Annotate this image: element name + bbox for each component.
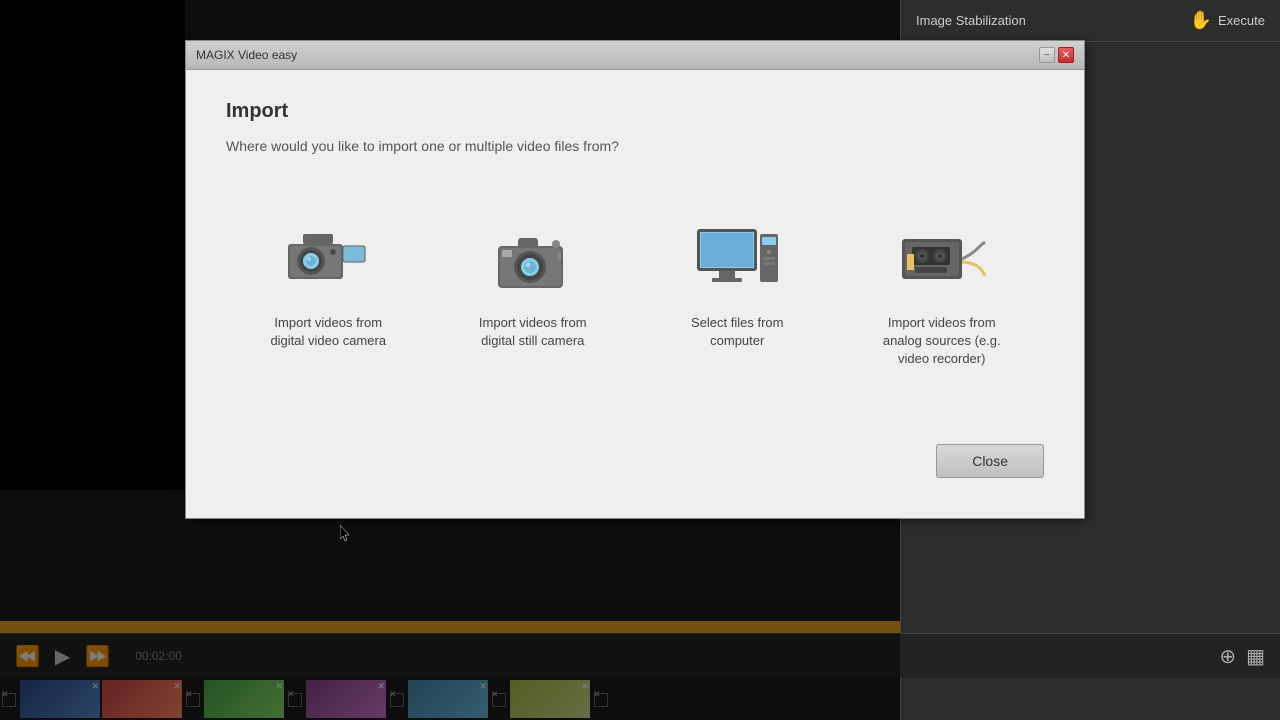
zoom-in-button[interactable]: ⊕ (1219, 644, 1236, 669)
close-dialog-button[interactable]: Close (936, 444, 1044, 478)
computer-icon (687, 219, 787, 299)
execute-button[interactable]: ✋ Execute (1190, 10, 1265, 31)
video-camera-icon (278, 219, 378, 299)
filmstrip-button[interactable]: ▦ (1246, 644, 1265, 669)
execute-icon: ✋ (1190, 10, 1212, 31)
dialog-title: MAGIX Video easy (196, 48, 297, 62)
right-panel-top: Image Stabilization ✋ Execute (901, 0, 1280, 42)
import-dialog: MAGIX Video easy − ✕ Import Where would … (185, 40, 1085, 519)
execute-label: Execute (1218, 13, 1265, 28)
option-label-video-camera: Import videos fromdigital video camera (270, 314, 386, 350)
dialog-heading: Import (226, 100, 1044, 123)
minimize-button[interactable]: − (1039, 47, 1055, 63)
dialog-close-button[interactable]: ✕ (1058, 47, 1074, 63)
bottom-right-controls: ⊕ ▦ (900, 633, 1280, 678)
still-camera-icon (483, 219, 583, 299)
dialog-content: Import Where would you like to import on… (186, 70, 1084, 518)
window-buttons: − ✕ (1039, 47, 1074, 63)
import-option-digital-video-camera[interactable]: Import videos fromdigital video camera (248, 204, 408, 365)
import-options: Import videos fromdigital video camera (226, 204, 1044, 384)
dialog-footer: Close (226, 434, 1044, 478)
import-option-computer[interactable]: Select files fromcomputer (657, 204, 817, 365)
image-stabilization-label: Image Stabilization (916, 13, 1026, 28)
option-label-still-camera: Import videos fromdigital still camera (479, 314, 587, 350)
dialog-subtitle: Where would you like to import one or mu… (226, 138, 1044, 154)
option-label-analog: Import videos fromanalog sources (e.g.vi… (883, 314, 1001, 369)
import-option-analog[interactable]: Import videos fromanalog sources (e.g.vi… (862, 204, 1022, 384)
analog-icon (892, 219, 992, 299)
import-option-digital-still-camera[interactable]: Import videos fromdigital still camera (453, 204, 613, 365)
dialog-titlebar: MAGIX Video easy − ✕ (186, 41, 1084, 70)
option-label-computer: Select files fromcomputer (691, 314, 783, 350)
